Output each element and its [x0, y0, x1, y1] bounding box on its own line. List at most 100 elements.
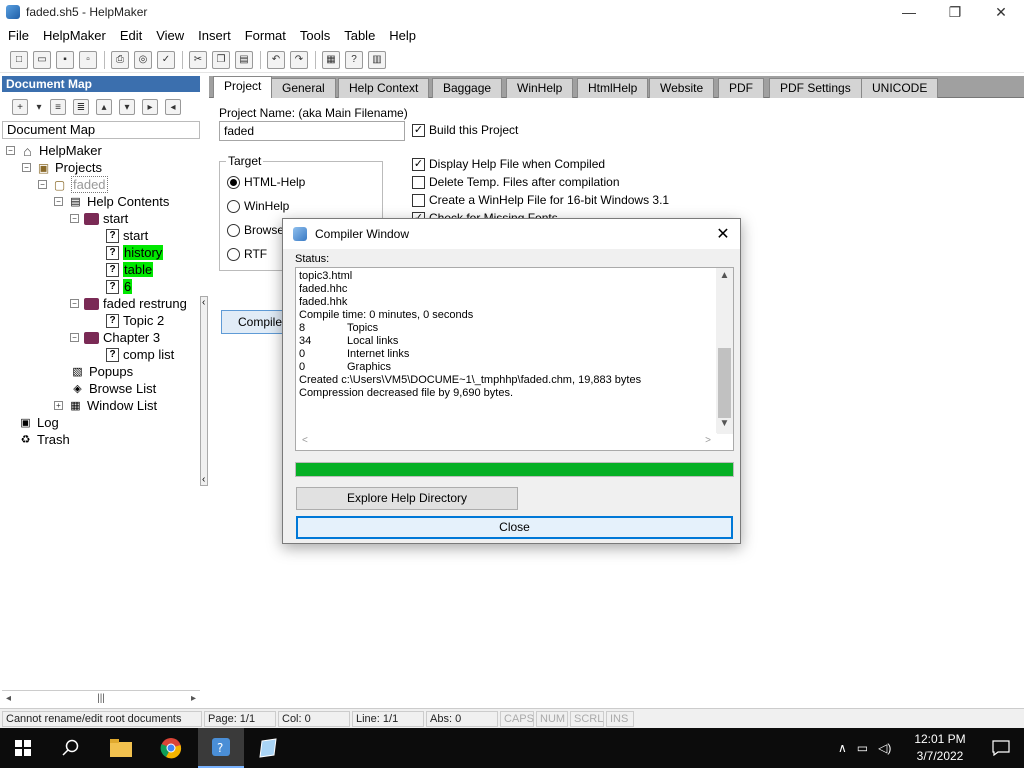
save-all-icon[interactable]: ▫ [79, 50, 97, 69]
tree-node-window-list[interactable]: + ▦ Window List [54, 397, 157, 414]
help-topic-icon[interactable]: ? [345, 50, 363, 69]
indent-icon[interactable]: ▸ [142, 99, 158, 115]
compile-icon[interactable]: ▥ [368, 50, 386, 69]
collapse-icon[interactable]: − [38, 180, 47, 189]
network-icon[interactable]: ▭ [857, 741, 868, 755]
print-icon[interactable]: ⎙ [111, 50, 129, 69]
tree-node-6[interactable]: ? 6 [106, 278, 133, 295]
collapse-icon[interactable]: − [70, 214, 79, 223]
delete-temp-checkbox[interactable]: Delete Temp. Files after compilation [412, 175, 620, 189]
scroll-thumb[interactable]: ||| [97, 693, 105, 704]
tree-node-topic2[interactable]: ? Topic 2 [106, 312, 164, 329]
tree-node-helpmaker[interactable]: − ⌂ HelpMaker [6, 142, 102, 159]
tab-pdf-settings[interactable]: PDF Settings [769, 78, 862, 98]
scroll-down-icon[interactable]: ▼ [716, 418, 733, 429]
move-up-icon[interactable]: ▴ [96, 99, 112, 115]
collapse-icon[interactable]: − [70, 299, 79, 308]
collapse-icon[interactable]: − [54, 197, 63, 206]
dropdown-arrow-icon[interactable]: ▾ [35, 99, 43, 115]
menu-view[interactable]: View [156, 28, 184, 43]
log-vertical-scrollbar[interactable]: ▲ ▼ [716, 268, 733, 434]
menu-edit[interactable]: Edit [120, 28, 142, 43]
minimize-button[interactable]: — [886, 0, 932, 24]
notepad-icon[interactable] [246, 728, 292, 768]
menu-format[interactable]: Format [245, 28, 286, 43]
scroll-left-icon[interactable]: ◂ [6, 693, 11, 704]
tree-node-browse-list[interactable]: ◈ Browse List [70, 380, 156, 397]
add-topic-icon[interactable]: + [12, 99, 28, 115]
tab-winhelp[interactable]: WinHelp [506, 78, 574, 98]
tree-node-comp-list[interactable]: ? comp list [106, 346, 174, 363]
tab-website[interactable]: Website [649, 78, 715, 98]
tab-baggage[interactable]: Baggage [432, 78, 503, 98]
close-button[interactable]: Close [296, 516, 733, 539]
scroll-left-icon[interactable]: < [302, 435, 308, 446]
tree-node-projects[interactable]: − ▣ Projects [22, 159, 102, 176]
topic-list-icon[interactable]: ≡ [50, 99, 66, 115]
tree-node-start-topic[interactable]: ? start [106, 227, 148, 244]
tab-project[interactable]: Project [213, 76, 273, 98]
pane-splitter[interactable]: ‹ ‹ [200, 296, 208, 486]
menu-insert[interactable]: Insert [198, 28, 231, 43]
collapse-icon[interactable]: − [70, 333, 79, 342]
maximize-button[interactable]: ❐ [932, 0, 978, 24]
save-icon[interactable]: ▪ [56, 50, 74, 69]
target-radio-html-help[interactable]: HTML-Help [227, 175, 305, 189]
menu-table[interactable]: Table [344, 28, 375, 43]
search-icon[interactable] [48, 728, 94, 768]
copy-icon[interactable]: ❐ [212, 50, 230, 69]
tree-node-start-book[interactable]: − start [70, 210, 128, 227]
file-explorer-icon[interactable] [98, 728, 144, 768]
collapse-left-icon[interactable]: ‹ [202, 297, 205, 308]
tab-unicode[interactable]: UNICODE [861, 78, 939, 98]
topic-list-alt-icon[interactable]: ≣ [73, 99, 89, 115]
tree-node-trash[interactable]: ♻ Trash [18, 431, 70, 448]
project-icon[interactable]: ▦ [322, 50, 340, 69]
tree-node-help-contents[interactable]: − ▤ Help Contents [54, 193, 169, 210]
new-file-icon[interactable]: □ [10, 50, 28, 69]
paste-icon[interactable]: ▤ [235, 50, 253, 69]
target-radio-winhelp[interactable]: WinHelp [227, 199, 289, 213]
tab-pdf[interactable]: PDF [718, 78, 764, 98]
tree-node-table[interactable]: ? table [106, 261, 154, 278]
cut-icon[interactable]: ✂ [189, 50, 207, 69]
taskbar-clock[interactable]: 12:01 PM 3/7/2022 [906, 731, 974, 765]
project-name-input[interactable]: faded [219, 121, 405, 141]
scroll-thumb[interactable] [718, 348, 731, 418]
tree-node-faded-project[interactable]: − ▢ faded [38, 176, 108, 193]
build-project-checkbox[interactable]: ✓ Build this Project [412, 123, 518, 137]
show-hidden-icons-icon[interactable]: ∧ [838, 741, 847, 755]
notification-icon[interactable] [978, 728, 1024, 768]
menu-help[interactable]: Help [389, 28, 416, 43]
expand-icon[interactable]: + [54, 401, 63, 410]
menu-file[interactable]: File [8, 28, 29, 43]
explore-help-directory-button[interactable]: Explore Help Directory [296, 487, 518, 510]
create-winhelp-checkbox[interactable]: Create a WinHelp File for 16-bit Windows… [412, 193, 669, 207]
open-folder-icon[interactable]: ▭ [33, 50, 51, 69]
chrome-icon[interactable] [148, 728, 194, 768]
print-preview-icon[interactable]: ◎ [134, 50, 152, 69]
move-down-icon[interactable]: ▾ [119, 99, 135, 115]
spellcheck-icon[interactable]: ✓ [157, 50, 175, 69]
target-radio-rtf[interactable]: RTF [227, 247, 267, 261]
tree-node-chapter3[interactable]: − Chapter 3 [70, 329, 160, 346]
volume-icon[interactable]: ◁) [878, 741, 891, 755]
tab-htmlhelp[interactable]: HtmlHelp [577, 78, 649, 98]
scroll-up-icon[interactable]: ▲ [716, 270, 733, 281]
undo-icon[interactable]: ↶ [267, 50, 285, 69]
target-radio-browser[interactable]: Browser [227, 223, 288, 237]
close-window-button[interactable]: ✕ [978, 0, 1024, 24]
menu-tools[interactable]: Tools [300, 28, 330, 43]
tree-node-popups[interactable]: ▧ Popups [70, 363, 133, 380]
tree-node-faded-restrung[interactable]: − faded restrung [70, 295, 187, 312]
log-horizontal-scrollbar[interactable]: < > [296, 433, 717, 450]
helpmaker-taskbar-icon[interactable]: ? [198, 728, 244, 768]
tab-general[interactable]: General [271, 78, 336, 98]
tab-help-context[interactable]: Help Context [338, 78, 430, 98]
collapse-icon[interactable]: − [6, 146, 15, 155]
tree-node-log[interactable]: ▣ Log [18, 414, 58, 431]
collapse-left-icon[interactable]: ‹ [202, 474, 205, 485]
scroll-right-icon[interactable]: > [705, 435, 711, 446]
redo-icon[interactable]: ↷ [290, 50, 308, 69]
collapse-icon[interactable]: − [22, 163, 31, 172]
